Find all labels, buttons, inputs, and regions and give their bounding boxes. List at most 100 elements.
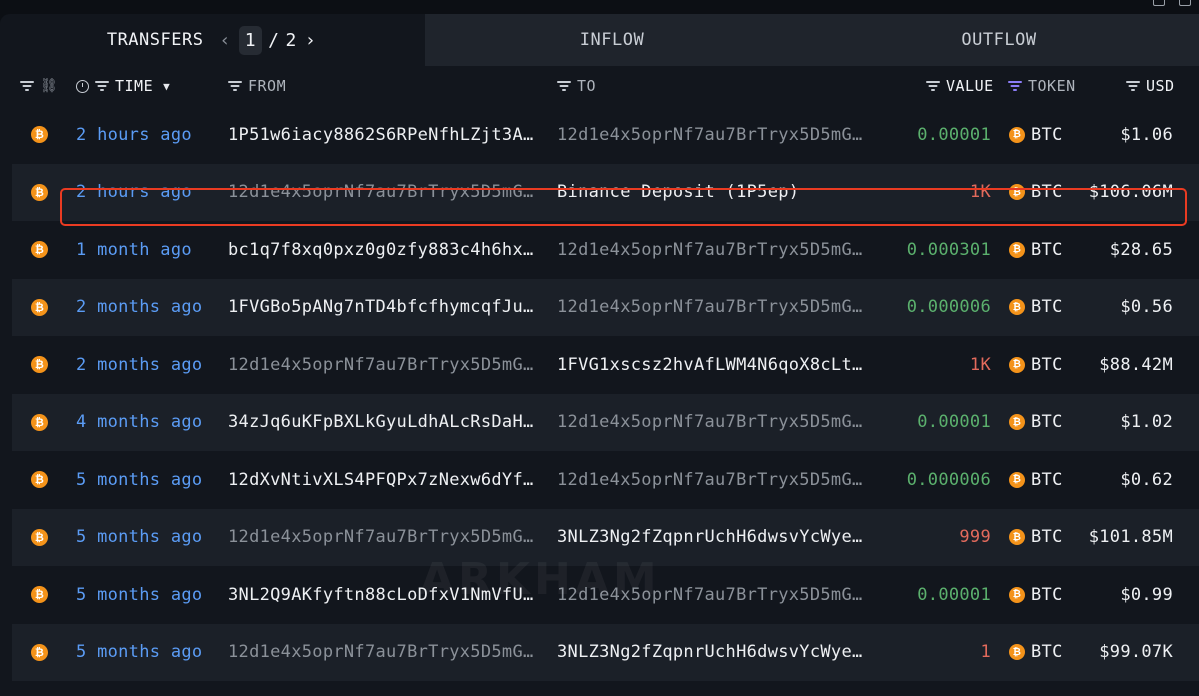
time-filter-icon[interactable] [95, 81, 109, 91]
from-address[interactable]: bc1q7f8xq0pxz0g0zfy883c4h6hxt… [228, 221, 543, 279]
link-icon[interactable]: ⛓ [40, 78, 58, 94]
column-time[interactable]: TIME ▼ [76, 66, 170, 106]
value-text: 0.00001 [917, 584, 991, 605]
time-text: 5 months ago [76, 469, 203, 490]
usd-text: $0.62 [1120, 469, 1173, 490]
usd-cell: $106.06M [1052, 164, 1173, 222]
time-text: 2 months ago [76, 354, 203, 375]
time-text: 4 months ago [76, 412, 203, 433]
value-text: 1 [980, 642, 991, 663]
column-time-label: TIME [115, 77, 154, 95]
value-cell: 0.00001 [872, 106, 991, 164]
btc-icon: ₿ [1009, 299, 1025, 316]
token-cell: ₿ [31, 279, 48, 337]
table-row[interactable]: ₿ 2 months ago 1FVGBo5pANg7nTD4bfcfhymcq… [12, 278, 1199, 337]
time-cell[interactable]: 2 hours ago [76, 106, 192, 164]
table-row[interactable]: ₿ 2 months ago 12d1e4x5oprNf7au7BrTryx5D… [12, 336, 1199, 394]
from-address[interactable]: 1P51w6iacy8862S6RPeNfhLZjt3A1… [228, 106, 543, 164]
column-to[interactable]: TO [557, 66, 596, 106]
usd-cell: $99.07K [1052, 624, 1173, 682]
token-cell: ₿ [31, 566, 48, 624]
to-address[interactable]: 3NLZ3Ng2fZqpnrUchH6dwsvYcWyeP… [557, 624, 872, 682]
tab-inflow[interactable]: INFLOW [425, 14, 799, 66]
time-cell[interactable]: 2 months ago [76, 279, 202, 337]
to-filter-icon[interactable] [557, 81, 571, 91]
from-address[interactable]: 12dXvNtivXLS4PFQPx7zNexw6dYfH… [228, 451, 543, 509]
token-cell: ₿ [31, 509, 48, 567]
column-from-label: FROM [248, 77, 287, 95]
time-cell[interactable]: 5 months ago [76, 451, 202, 509]
from-address[interactable]: 12d1e4x5oprNf7au7BrTryx5D5mGC… [228, 336, 543, 394]
token-cell: ₿ [31, 221, 48, 279]
to-address[interactable]: 12d1e4x5oprNf7au7BrTryx5D5mGC… [557, 451, 872, 509]
value-filter-icon[interactable] [926, 81, 940, 91]
token-cell: ₿ [31, 624, 48, 682]
usd-cell: $0.56 [1052, 279, 1173, 337]
table-row[interactable]: ₿ 4 months ago 34zJq6uKFpBXLkGyuLdhALcRs… [12, 393, 1199, 452]
btc-icon: ₿ [1009, 241, 1025, 258]
next-page-icon[interactable]: › [303, 30, 318, 51]
column-from[interactable]: FROM [228, 66, 286, 106]
usd-filter-icon[interactable] [1126, 81, 1140, 91]
to-text: 3NLZ3Ng2fZqpnrUchH6dwsvYcWyeP… [557, 642, 872, 663]
time-cell[interactable]: 4 months ago [76, 394, 202, 452]
table-row-highlighted[interactable]: ₿ 2 hours ago 12d1e4x5oprNf7au7BrTryx5D5… [12, 163, 1199, 222]
usd-text: $99.07K [1099, 642, 1173, 663]
token-filter-icon[interactable] [1008, 81, 1022, 91]
time-text: 2 hours ago [76, 124, 192, 145]
time-cell[interactable]: 2 months ago [76, 336, 202, 394]
filter-icon[interactable] [20, 81, 34, 91]
usd-text: $88.42M [1099, 354, 1173, 375]
column-usd[interactable]: USD [1126, 66, 1175, 106]
sort-caret-down-icon[interactable]: ▼ [163, 80, 170, 93]
to-text: 12d1e4x5oprNf7au7BrTryx5D5mGC… [557, 412, 872, 433]
value-cell: 999 [872, 509, 991, 567]
time-text: 5 months ago [76, 642, 203, 663]
from-address[interactable]: 12d1e4x5oprNf7au7BrTryx5D5mGC… [228, 624, 543, 682]
to-address[interactable]: Binance Deposit (1P5ep) [557, 164, 872, 222]
table-row[interactable]: ₿ 1 month ago bc1q7f8xq0pxz0g0zfy883c4h6… [12, 221, 1199, 279]
to-address[interactable]: 12d1e4x5oprNf7au7BrTryx5D5mGC… [557, 106, 872, 164]
value-text: 0.00001 [917, 124, 991, 145]
to-text: 12d1e4x5oprNf7au7BrTryx5D5mGC… [557, 297, 872, 318]
restore-icon[interactable] [1153, 0, 1165, 6]
usd-text: $0.56 [1120, 297, 1173, 318]
time-cell[interactable]: 1 month ago [76, 221, 192, 279]
to-address[interactable]: 1FVG1xscsz2hvAfLWM4N6qoX8cLtB… [557, 336, 872, 394]
from-address[interactable]: 34zJq6uKFpBXLkGyuLdhALcRsDaHg… [228, 394, 543, 452]
from-address[interactable]: 12d1e4x5oprNf7au7BrTryx5D5mGC… [228, 164, 543, 222]
time-cell[interactable]: 5 months ago [76, 509, 202, 567]
from-address[interactable]: 1FVGBo5pANg7nTD4bfcfhymcqfJuS… [228, 279, 543, 337]
to-address[interactable]: 12d1e4x5oprNf7au7BrTryx5D5mGC… [557, 279, 872, 337]
time-cell[interactable]: 5 months ago [76, 566, 202, 624]
current-page[interactable]: 1 [238, 25, 263, 55]
time-cell[interactable]: 5 months ago [76, 624, 202, 682]
time-cell[interactable]: 2 hours ago [76, 164, 192, 222]
column-token-label: TOKEN [1028, 77, 1076, 95]
time-text: 5 months ago [76, 527, 203, 548]
table-row[interactable]: ₿ 2 hours ago 1P51w6iacy8862S6RPeNfhLZjt… [12, 106, 1199, 164]
prev-page-icon[interactable]: ‹ [217, 30, 232, 51]
tab-outflow[interactable]: OUTFLOW [799, 14, 1199, 66]
value-cell: 0.000006 [872, 279, 991, 337]
tab-transfers[interactable]: TRANSFERS ‹ 1 / 2 › [0, 14, 425, 66]
column-token[interactable]: TOKEN [1008, 66, 1076, 106]
from-text: 12d1e4x5oprNf7au7BrTryx5D5mGC… [228, 182, 543, 203]
column-value[interactable]: VALUE [926, 66, 994, 106]
from-filter-icon[interactable] [228, 81, 242, 91]
maximize-icon[interactable] [1179, 0, 1191, 6]
from-text: 12d1e4x5oprNf7au7BrTryx5D5mGC… [228, 354, 543, 375]
token-cell: ₿ [31, 164, 48, 222]
table-row[interactable]: ₿ 5 months ago 12d1e4x5oprNf7au7BrTryx5D… [12, 623, 1199, 682]
arkham-watermark: ARKHAM [420, 554, 661, 605]
top-bar [0, 0, 1199, 14]
to-address[interactable]: 12d1e4x5oprNf7au7BrTryx5D5mGC… [557, 221, 872, 279]
value-cell: 0.000006 [872, 451, 991, 509]
table-row[interactable]: ₿ 5 months ago 12dXvNtivXLS4PFQPx7zNexw6… [12, 451, 1199, 509]
from-text: bc1q7f8xq0pxz0g0zfy883c4h6hxt… [228, 239, 543, 260]
to-text: 12d1e4x5oprNf7au7BrTryx5D5mGC… [557, 469, 872, 490]
value-text: 0.000006 [906, 297, 991, 318]
to-address[interactable]: 12d1e4x5oprNf7au7BrTryx5D5mGC… [557, 394, 872, 452]
pagination: ‹ 1 / 2 › [217, 25, 318, 55]
to-text: 12d1e4x5oprNf7au7BrTryx5D5mGC… [557, 239, 872, 260]
